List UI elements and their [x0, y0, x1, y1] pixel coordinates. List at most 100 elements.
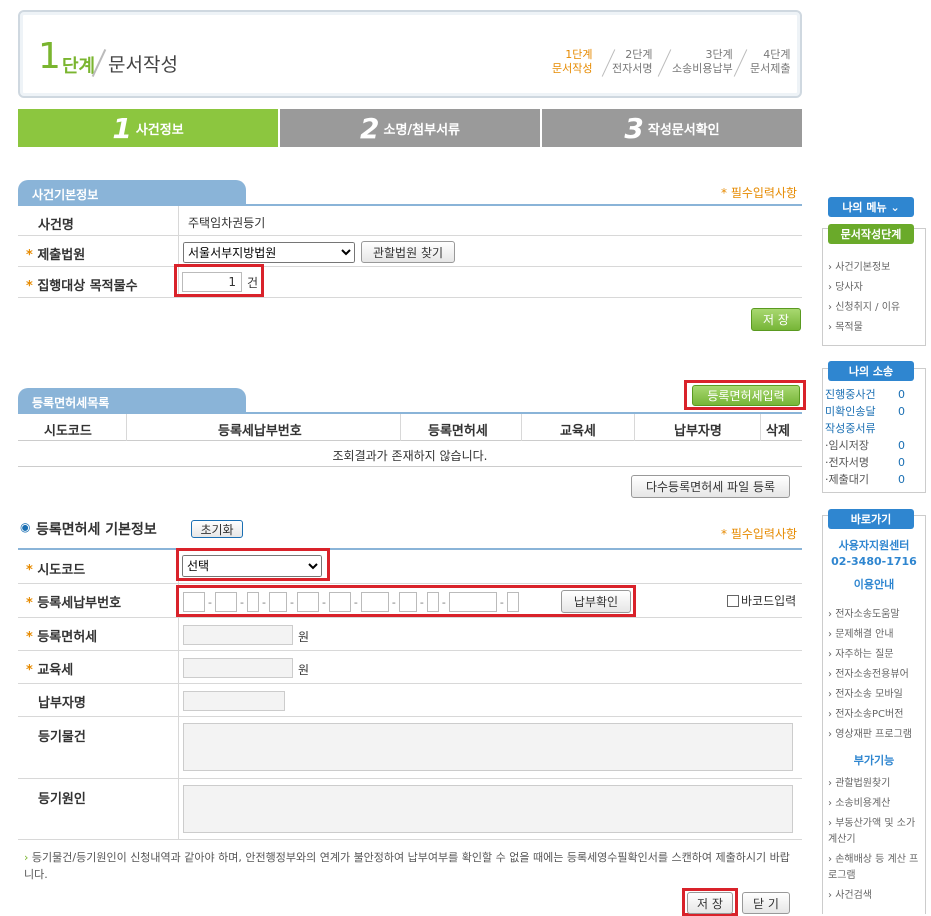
tab-case-info[interactable]: 1 사건정보 — [18, 109, 278, 147]
payno-field-6[interactable] — [328, 592, 351, 612]
sidebar-item-step-4[interactable]: › 목적물 — [828, 318, 900, 338]
shortcut-title: 바로가기 — [828, 509, 914, 529]
sidebar-item-step-3[interactable]: › 신청취지 / 이유 — [828, 298, 900, 318]
footer-save-button[interactable]: 저 장 — [687, 892, 733, 914]
cause-label: 등기원인 — [38, 792, 86, 807]
support-center: 사용자지원센터 02-3480-1716 이용안내 — [831, 539, 917, 591]
reg-tax-input-button[interactable]: 등록면허세입력 — [692, 385, 800, 406]
court-search-button[interactable]: 관할법원 찾기 — [361, 241, 455, 263]
payno-field-4[interactable] — [268, 592, 287, 612]
guide-item[interactable]: › 전자소송도움말 — [828, 605, 912, 625]
court-select[interactable]: 서울서부지방법원 — [183, 242, 355, 263]
payno-field-11[interactable] — [506, 592, 519, 612]
doc-steps-list: › 사건기본정보 › 당사자 › 신청취지 / 이유 › 목적물 — [828, 258, 900, 338]
col-delete: 삭제 — [766, 424, 790, 439]
extra-list: › 관할법원찾기 › 소송비용계산 › 부동산가액 및 소가계산기 › 손해배상… — [828, 776, 924, 904]
bulk-upload-button[interactable]: 다수등록면허세 파일 등록 — [631, 475, 790, 498]
payer-input[interactable] — [183, 691, 285, 711]
tax-unit: 원 — [298, 630, 310, 644]
my-case-item[interactable]: ·임시저장 0 — [825, 437, 905, 454]
court-label: * 제출법원 — [26, 248, 86, 263]
payer-label: 납부자명 — [38, 696, 86, 711]
item-label: 등기물건 — [38, 730, 86, 745]
sidebar-item-step-1[interactable]: › 사건기본정보 — [828, 258, 900, 278]
payno-field-10[interactable] — [448, 592, 497, 612]
sidebar-item-step-2[interactable]: › 당사자 — [828, 278, 900, 298]
col-tax: 등록면허세 — [428, 424, 488, 439]
payno-field-1[interactable] — [183, 592, 205, 612]
my-case-item[interactable]: ·전자서명 0 — [825, 454, 905, 471]
count-input[interactable]: 1 — [182, 272, 242, 292]
col-payer: 납부자명 — [674, 424, 722, 439]
payno-field-9[interactable] — [426, 592, 439, 612]
payno-field-5[interactable] — [296, 592, 319, 612]
reset-button[interactable]: 초기화 — [191, 520, 243, 538]
doc-steps-title: 문서작성단계 — [828, 224, 914, 244]
tax-input[interactable] — [183, 625, 293, 645]
my-case-item[interactable]: 미확인송달 0 — [825, 403, 905, 420]
payno-field-8[interactable] — [398, 592, 417, 612]
edu-input[interactable] — [183, 658, 293, 678]
edu-unit: 원 — [298, 663, 310, 677]
step-indicator-1: 1단계 문서작성 — [552, 48, 593, 75]
section-case-info: 사건기본정보 — [18, 180, 246, 206]
payno-inputs: - - - - - - - - - - — [183, 591, 519, 613]
my-case-item[interactable]: 작성중서류 — [825, 420, 905, 437]
count-label: * 집행대상 목적물수 — [26, 279, 138, 294]
payno-label: * 등록세납부번호 — [26, 596, 122, 611]
notice-text: › 등기물건/등기원인이 신청내역과 같아야 하며, 안전행정부와의 연계가 불… — [24, 851, 790, 881]
payno-field-7[interactable] — [360, 592, 389, 612]
guide-list: › 전자소송도움말 › 문제해결 안내 › 자주하는 질문 › 전자소송전용뷰어… — [828, 605, 912, 745]
step-indicator-3: 3단계 소송비용납부 — [672, 48, 733, 75]
extra-item[interactable]: › 손해배상 등 계산 프로그램 — [828, 852, 924, 884]
payno-field-2[interactable] — [214, 592, 237, 612]
my-menu-button[interactable]: 나의 메뉴 ⌄ — [828, 197, 914, 217]
extra-item[interactable]: › 사건검색 — [828, 888, 924, 904]
tax-label: * 등록면허세 — [26, 630, 98, 645]
step-header: 1 단계 문서작성 1단계 문서작성 2단계 전자서명 3단계 소송비용납부 4단계 문… — [18, 10, 802, 98]
guide-item[interactable]: › 문제해결 안내 — [828, 625, 912, 645]
tab-attachments[interactable]: 2 소명/첨부서류 — [280, 109, 540, 147]
table-empty-row: 조회결과가 존재하지 않습니다. — [18, 441, 802, 467]
col-payno: 등록세납부번호 — [218, 424, 302, 439]
required-note-2: * 필수입력사항 — [721, 527, 798, 541]
step-indicator-4: 4단계 문서제출 — [750, 48, 791, 75]
guide-item[interactable]: › 전자소송PC버전 — [828, 705, 912, 725]
step-unit: 단계 — [62, 56, 96, 77]
bullet-icon: ◉ — [20, 520, 31, 534]
my-case-item[interactable]: 진행중사건 0 — [825, 386, 905, 403]
sido-label: * 시도코드 — [26, 563, 86, 578]
reg-tax-basic-title: 등록면허세 기본정보 — [36, 522, 157, 538]
sido-select[interactable]: 선택 — [182, 555, 322, 577]
extra-item[interactable]: › 소송비용계산 — [828, 796, 924, 812]
case-save-button[interactable]: 저 장 — [751, 308, 801, 331]
item-textarea[interactable] — [183, 723, 793, 771]
cause-textarea[interactable] — [183, 785, 793, 833]
extra-title: 부가기능 — [853, 754, 895, 767]
case-name-label: 사건명 — [38, 218, 74, 233]
my-case-list: 진행중사건 0 미확인송달 0 작성중서류 ·임시저장 0 ·전자서명 0 ·제출대기 0 — [825, 386, 905, 488]
pay-confirm-button[interactable]: 납부확인 — [561, 590, 631, 613]
guide-item[interactable]: › 전자소송 모바일 — [828, 685, 912, 705]
chevron-down-icon: ⌄ — [890, 200, 900, 214]
my-case-item[interactable]: ·제출대기 0 — [825, 471, 905, 488]
section-reg-tax-list: 등록면허세목록 — [18, 388, 246, 414]
payno-field-3[interactable] — [246, 592, 259, 612]
guide-item[interactable]: › 전자소송전용뷰어 — [828, 665, 912, 685]
extra-item[interactable]: › 부동산가액 및 소가계산기 — [828, 816, 924, 848]
footer-close-button[interactable]: 닫 기 — [742, 892, 790, 914]
col-sido: 시도코드 — [44, 424, 92, 439]
edu-label: * 교육세 — [26, 663, 74, 678]
page-title: 문서작성 — [108, 54, 178, 76]
guide-item[interactable]: › 영상재판 프로그램 — [828, 725, 912, 745]
case-name-value: 주택임차권등기 — [188, 216, 266, 230]
my-case-title: 나의 소송 — [828, 361, 914, 381]
guide-item[interactable]: › 자주하는 질문 — [828, 645, 912, 665]
required-note: * 필수입력사항 — [721, 186, 798, 200]
step-indicator-2: 2단계 전자서명 — [612, 48, 653, 75]
extra-item[interactable]: › 관할법원찾기 — [828, 776, 924, 792]
tab-confirm[interactable]: 3 작성문서확인 — [542, 109, 802, 147]
barcode-checkbox[interactable]: 바코드입력 — [727, 592, 796, 609]
count-unit: 건 — [247, 276, 259, 290]
col-edu: 교육세 — [560, 424, 596, 439]
